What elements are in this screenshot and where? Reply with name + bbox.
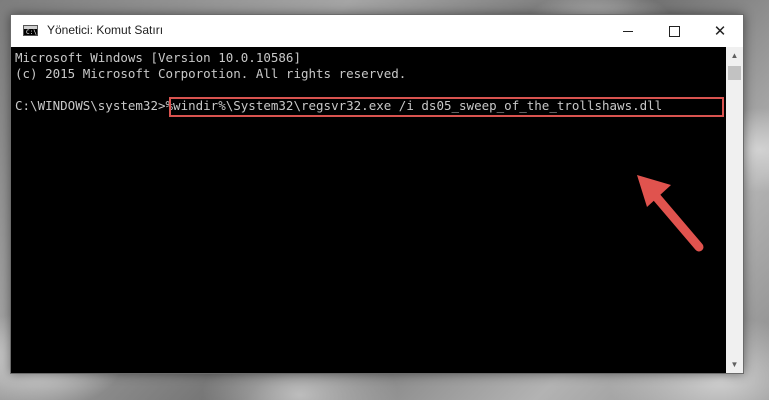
window-title: Yönetici: Komut Satırı: [47, 23, 164, 37]
console-line-version: Microsoft Windows [Version 10.0.10586]: [15, 50, 301, 65]
chevron-up-icon: ▲: [730, 51, 739, 60]
command-highlight-box: [169, 97, 724, 117]
close-icon: ✕: [713, 21, 727, 40]
console-icon: C:\: [23, 25, 38, 36]
minimize-button[interactable]: [605, 15, 651, 47]
vertical-scrollbar[interactable]: ▲ ▼: [726, 47, 743, 373]
maximize-icon: [668, 25, 680, 37]
minimize-icon: [623, 30, 633, 32]
scroll-down-button[interactable]: ▼: [726, 356, 743, 373]
pointer-arrow-icon: [637, 175, 704, 252]
chevron-down-icon: ▼: [730, 360, 739, 369]
scroll-thumb[interactable]: [728, 66, 741, 80]
console-prompt: C:\WINDOWS\system32>: [15, 98, 166, 113]
title-bar[interactable]: C:\ Yönetici: Komut Satırı ✕: [11, 15, 743, 47]
console-output[interactable]: Microsoft Windows [Version 10.0.10586] (…: [11, 47, 726, 373]
command-prompt-window: C:\ Yönetici: Komut Satırı ✕ Microsoft W…: [10, 14, 744, 374]
console-line-copyright: (c) 2015 Microsoft Corporotion. All righ…: [15, 66, 407, 81]
scroll-up-button[interactable]: ▲: [726, 47, 743, 64]
close-button[interactable]: ✕: [697, 15, 743, 47]
maximize-button[interactable]: [651, 15, 697, 47]
